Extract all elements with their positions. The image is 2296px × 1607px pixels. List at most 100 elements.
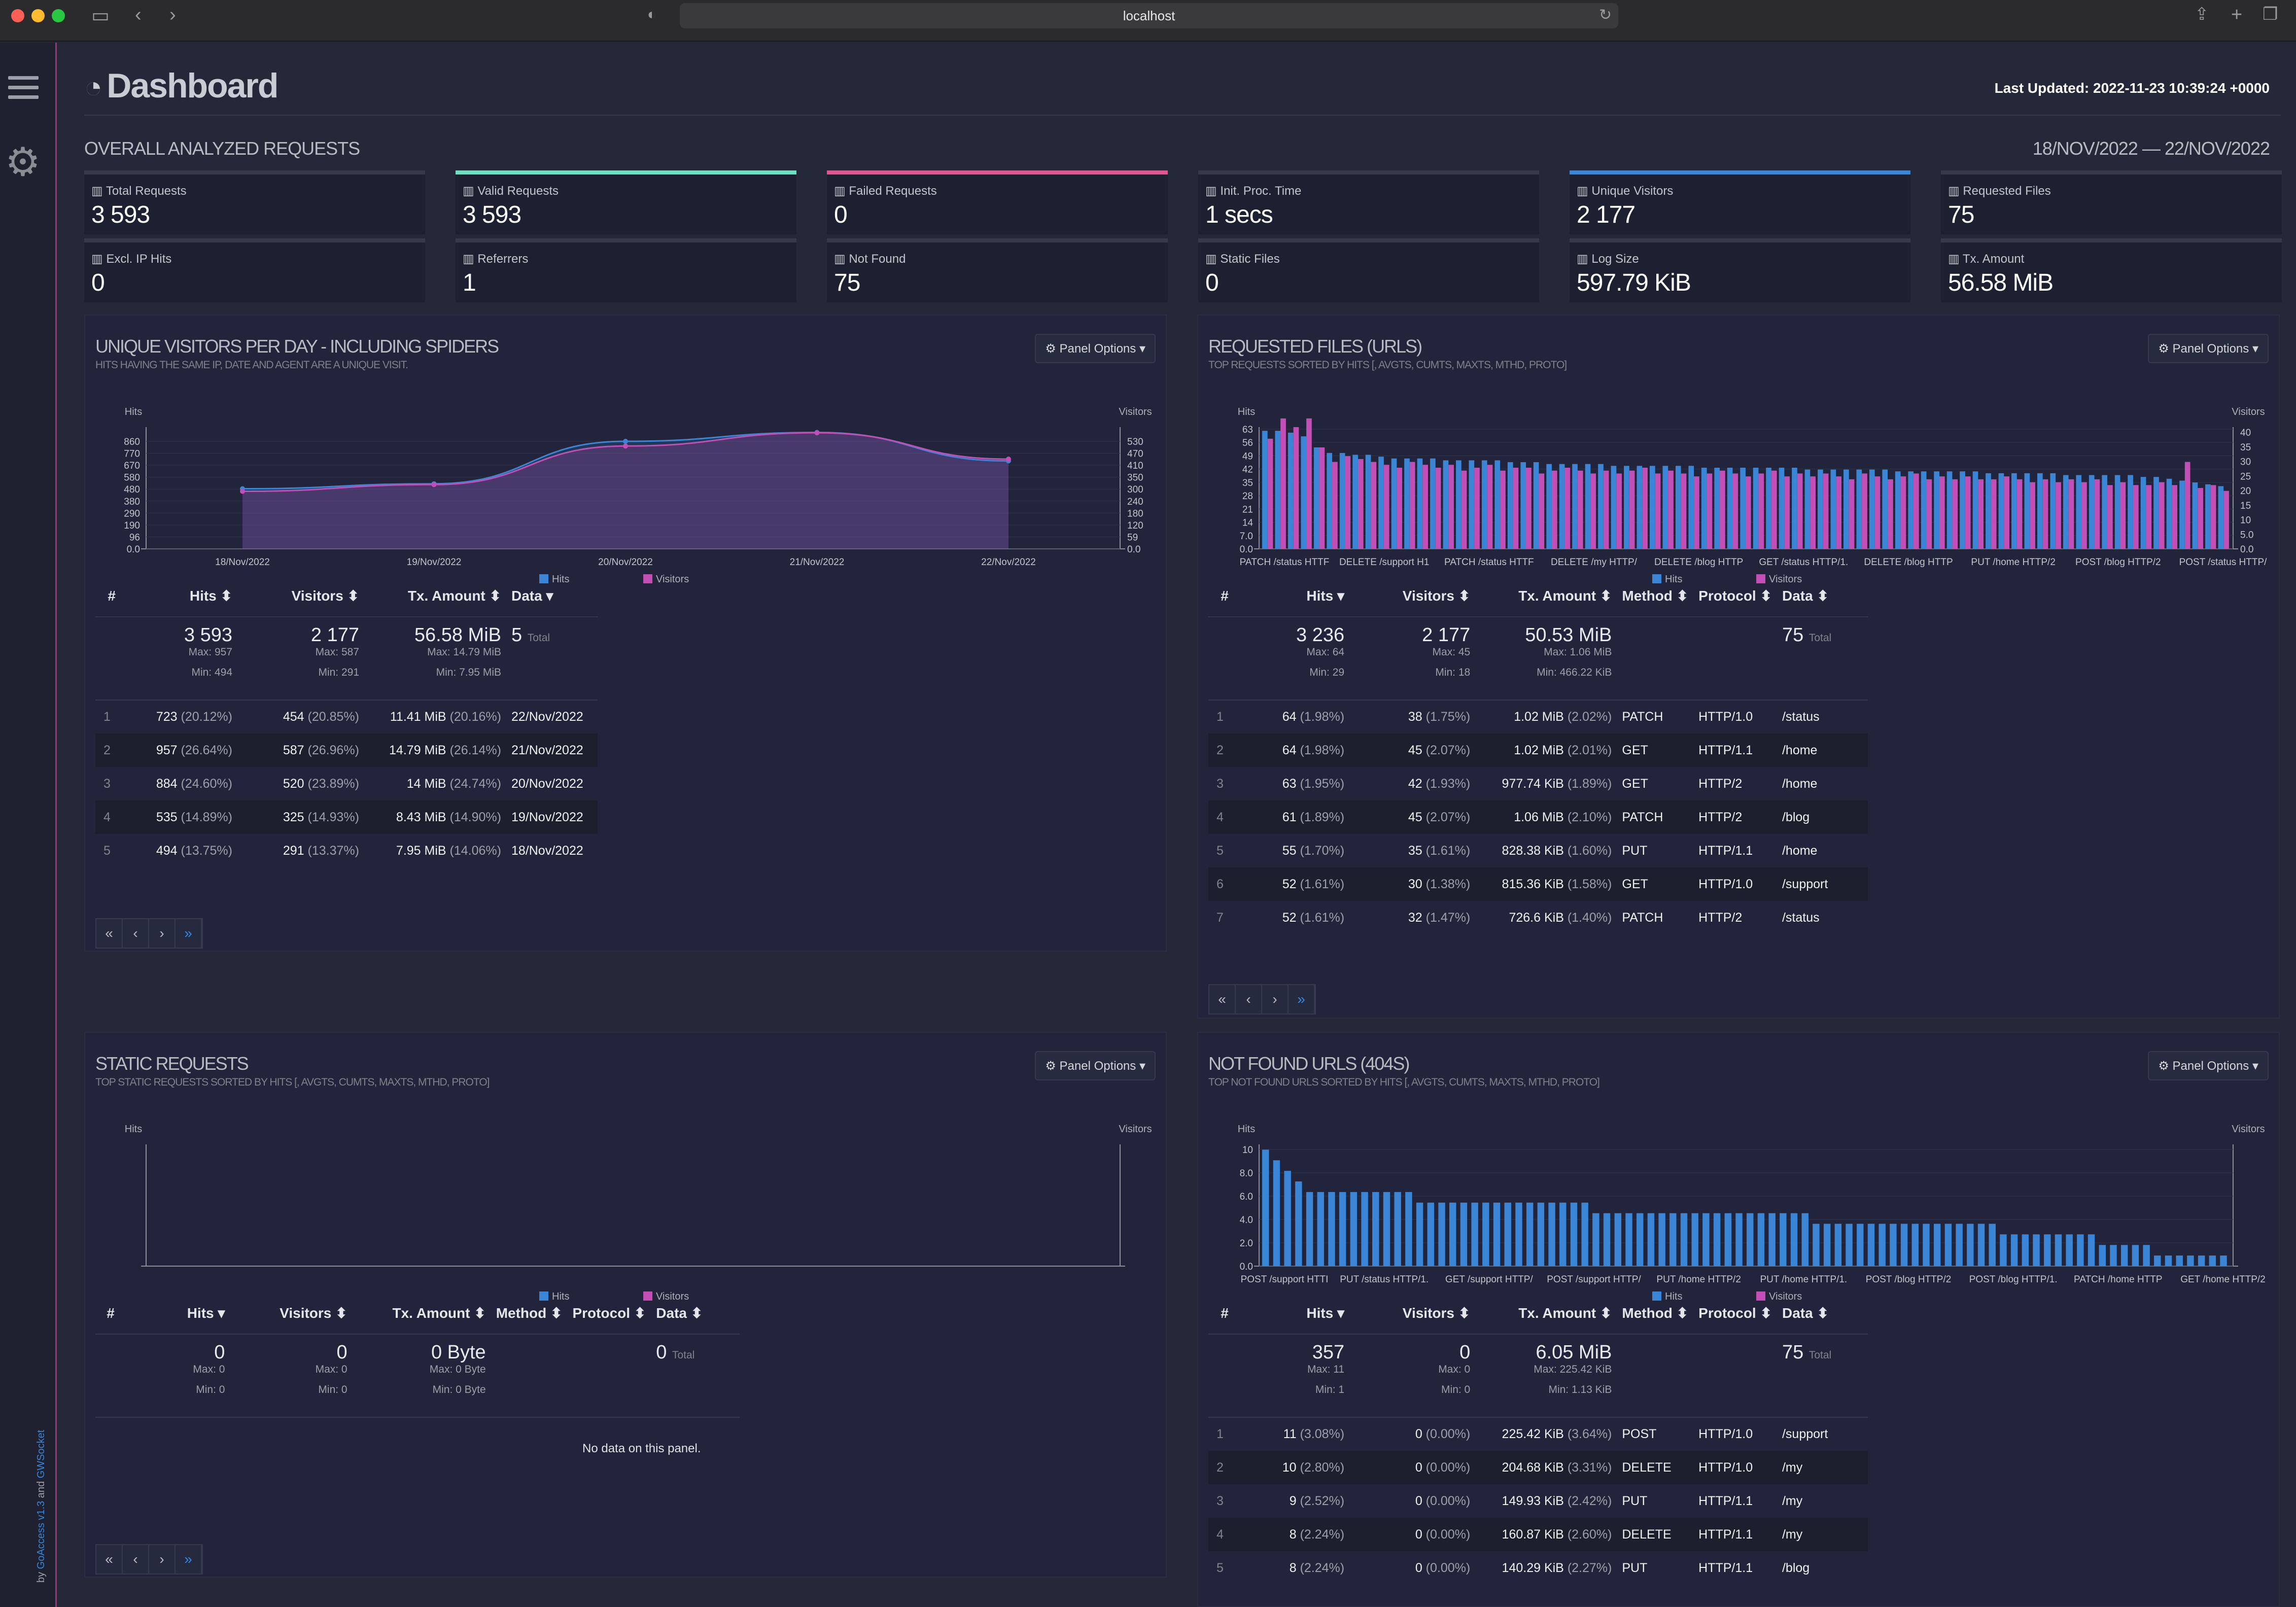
visitors-bar <box>1939 476 1945 549</box>
x-tick-label: DELETE /blog HTTP <box>1864 557 1953 568</box>
table-row[interactable]: 2 10 (2.80%) 0 (0.00%) 204.68 KiB (3.31%) DE… <box>1208 1451 1868 1484</box>
column-header[interactable]: Protocol ⬍ <box>572 1292 656 1335</box>
column-header[interactable]: Data ⬍ <box>656 1292 740 1335</box>
menu-icon[interactable] <box>8 76 39 105</box>
column-header[interactable]: Protocol ⬍ <box>1698 1292 1782 1335</box>
reload-icon[interactable]: ↻ <box>1599 6 1612 24</box>
hits-bar <box>1416 1202 1423 1266</box>
close-window-button[interactable] <box>11 9 24 22</box>
hits-bar <box>1537 1202 1545 1266</box>
panel-options-button[interactable]: ⚙ Panel Options ▾ <box>2148 1051 2269 1080</box>
hits-bar <box>1647 1213 1655 1266</box>
column-header[interactable]: Method ⬍ <box>1622 1292 1699 1335</box>
hits-bar <box>1603 1213 1611 1266</box>
column-header[interactable]: Tx. Amount ⬍ <box>357 1292 496 1335</box>
hits-bar <box>1792 468 1797 549</box>
visitors-bar <box>2004 476 2009 549</box>
table-row[interactable]: 1 11 (3.08%) 0 (0.00%) 225.42 KiB (3.64%) PO… <box>1208 1417 1868 1451</box>
visitors-bar <box>1474 468 1480 549</box>
column-header[interactable]: Data ▾ <box>511 575 598 617</box>
summary-row: 357 0 6.05 MiB 75 Total <box>1312 1342 1832 1363</box>
hits-bar <box>1766 468 1771 549</box>
table-row[interactable]: 5 494 (13.75%) 291 (13.37%) 7.95 MiB (14.06… <box>95 834 598 867</box>
table-row[interactable]: 7 52 (1.61%) 32 (1.47%) 726.6 KiB (1.40%) PA… <box>1208 901 1868 934</box>
column-header[interactable]: Visitors ⬍ <box>1354 1292 1481 1335</box>
stat-value: 597.79 KiB <box>1577 269 1691 296</box>
column-header[interactable]: Tx. Amount ⬍ <box>1480 1292 1622 1335</box>
table-row[interactable]: 1 723 (20.12%) 454 (20.85%) 11.41 MiB (20.1… <box>95 700 598 733</box>
first-page-button[interactable]: « <box>96 1545 123 1574</box>
table-row[interactable]: 58 (2.24%) 0 (0.00%) 140.29 KiB (2.27%) PUT… <box>1208 1551 1868 1585</box>
table-row[interactable]: 5 55 (1.70%) 35 (1.61%) 828.38 KiB (1.60%) P… <box>1208 834 1868 867</box>
table-row[interactable]: 2 957 (26.64%) 587 (26.96%) 14.79 MiB (26.1… <box>95 733 598 767</box>
maximize-window-button[interactable] <box>52 9 65 22</box>
y-tick-label: 14 <box>1242 518 1254 529</box>
prev-page-button[interactable]: ‹ <box>123 919 149 948</box>
column-header[interactable]: Hits ⬍ <box>126 575 242 617</box>
table-row[interactable]: 4 61 (1.89%) 45 (2.07%) 1.06 MiB (2.10%) PAT… <box>1208 800 1868 834</box>
first-page-button[interactable]: « <box>1209 985 1236 1014</box>
hits-bar <box>1908 471 1914 549</box>
visitors-bar <box>1707 473 1713 549</box>
column-header[interactable]: Visitors ⬍ <box>235 1292 358 1335</box>
column-header[interactable]: Hits ▾ <box>1238 1292 1355 1335</box>
gwsocket-link[interactable]: GWSocket <box>36 1430 47 1479</box>
table-row[interactable]: 48 (2.24%) 0 (0.00%) 160.87 KiB (2.60%) DEL… <box>1208 1518 1868 1551</box>
back-icon[interactable]: ‹ <box>135 4 142 26</box>
column-header[interactable]: Data ⬍ <box>1782 575 1868 617</box>
visitors-bar <box>1358 459 1364 549</box>
table-row[interactable]: 3 63 (1.95%) 42 (1.93%) 977.74 KiB (1.89%) G… <box>1208 767 1868 800</box>
new-tab-icon[interactable]: + <box>2231 4 2242 26</box>
hits-bar <box>2120 1245 2128 1266</box>
first-page-button[interactable]: « <box>96 919 123 948</box>
next-page-button[interactable]: › <box>149 919 176 948</box>
column-header[interactable]: Data ⬍ <box>1782 1292 1868 1335</box>
prev-page-button[interactable]: ‹ <box>1236 985 1262 1014</box>
x-tick-label: 19/Nov/2022 <box>407 557 462 568</box>
column-header[interactable]: Visitors ⬍ <box>242 575 369 617</box>
x-tick-label: GET /status HTTP/1. <box>1759 557 1848 568</box>
next-page-button[interactable]: › <box>149 1545 176 1574</box>
column-header[interactable]: # <box>1208 1292 1239 1335</box>
hits-bar <box>1494 460 1501 549</box>
app-link[interactable]: GoAccess <box>36 1523 47 1569</box>
panel-options-button[interactable]: ⚙ Panel Options ▾ <box>1035 1051 1156 1080</box>
table-row[interactable]: 39 (2.52%) 0 (0.00%) 149.93 KiB (2.42%) PUT… <box>1208 1484 1868 1518</box>
table-row[interactable]: 6 52 (1.61%) 30 (1.38%) 815.36 KiB (1.58%) G… <box>1208 867 1868 901</box>
column-header[interactable]: Tx. Amount ⬍ <box>369 575 511 617</box>
last-page-button[interactable]: » <box>176 1545 202 1574</box>
table-row[interactable]: 2 64 (1.98%) 45 (2.07%) 1.02 MiB (2.01%) GET… <box>1208 733 1868 767</box>
hits-bar <box>1998 473 2004 549</box>
tab-overview-icon[interactable]: ❐ <box>2263 4 2278 24</box>
last-page-button[interactable]: » <box>1289 985 1315 1014</box>
column-header[interactable]: # <box>1208 575 1239 617</box>
column-header[interactable]: Hits ▾ <box>1238 575 1355 617</box>
column-header[interactable]: # <box>95 1292 125 1335</box>
visitors-bar <box>1500 470 1506 549</box>
stat-value: 75 <box>1948 201 1974 228</box>
forward-icon[interactable]: › <box>169 4 176 26</box>
last-page-button[interactable]: » <box>176 919 202 948</box>
column-header[interactable]: Visitors ⬍ <box>1354 575 1481 617</box>
column-header[interactable]: # <box>95 575 126 617</box>
panel-options-button[interactable]: ⚙ Panel Options ▾ <box>1035 334 1156 363</box>
panel-options-button[interactable]: ⚙ Panel Options ▾ <box>2148 334 2269 363</box>
address-bar[interactable]: localhost <box>680 3 1618 28</box>
column-header[interactable]: Hits ▾ <box>124 1292 235 1335</box>
column-header[interactable]: Method ⬍ <box>1622 575 1699 617</box>
column-header[interactable]: Tx. Amount ⬍ <box>1480 575 1622 617</box>
table-row[interactable]: 1 64 (1.98%) 38 (1.75%) 1.02 MiB (2.02%) PAT… <box>1208 700 1868 733</box>
column-header[interactable]: Method ⬍ <box>496 1292 573 1335</box>
prev-page-button[interactable]: ‹ <box>123 1545 149 1574</box>
hits-bar <box>1675 466 1681 549</box>
x-tick-label: DELETE /blog HTTP <box>1654 557 1743 568</box>
sidebar-toggle-icon[interactable]: ▭ <box>91 4 110 27</box>
next-page-button[interactable]: › <box>1262 985 1289 1014</box>
table-row[interactable]: 3 884 (24.60%) 520 (23.89%) 14 MiB (24.74%)… <box>95 767 598 800</box>
hits-bar <box>2099 1245 2106 1266</box>
share-icon[interactable]: ⇪ <box>2195 4 2209 24</box>
gear-icon[interactable]: ⚙ <box>5 139 41 185</box>
column-header[interactable]: Protocol ⬍ <box>1698 575 1782 617</box>
minimize-window-button[interactable] <box>31 9 45 22</box>
table-row[interactable]: 4 535 (14.89%) 325 (14.93%) 8.43 MiB (14.90… <box>95 800 598 834</box>
